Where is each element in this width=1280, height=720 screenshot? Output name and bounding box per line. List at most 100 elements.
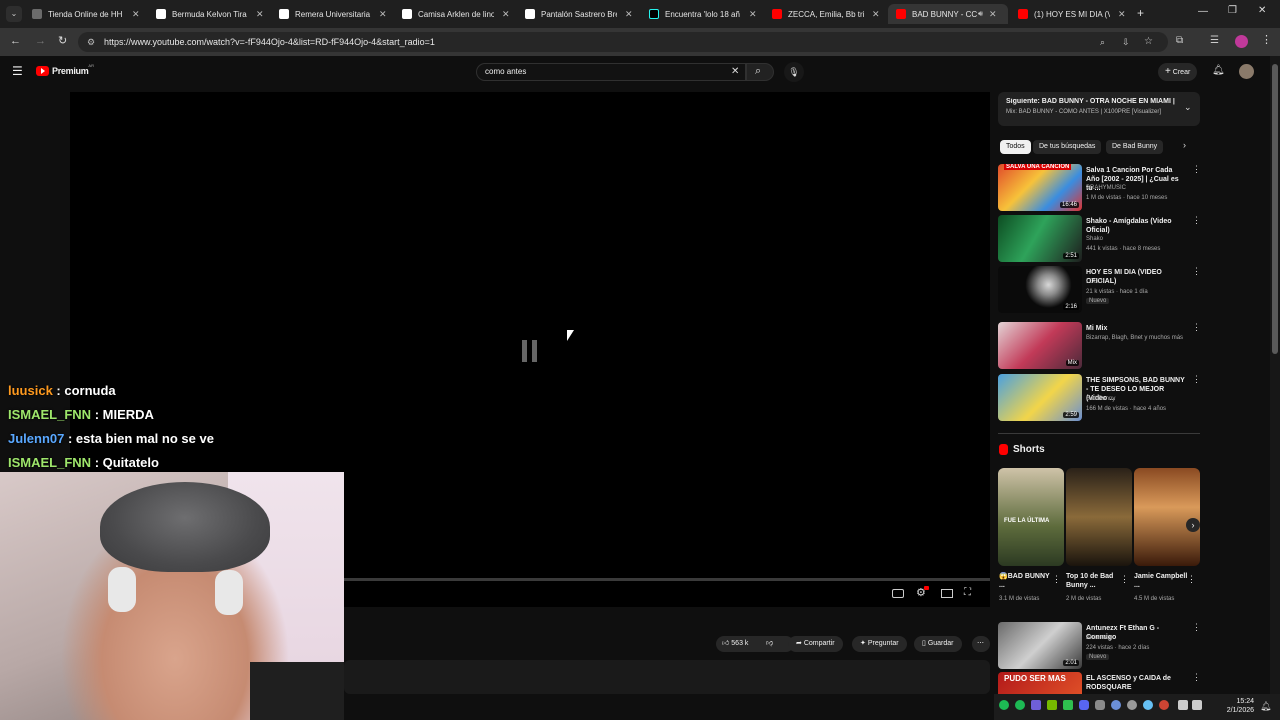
discord-icon[interactable]: [1079, 700, 1089, 710]
app-icon[interactable]: [1063, 700, 1073, 710]
browser-tab[interactable]: Camisa Arklen de lino ✕: [402, 4, 510, 24]
profile-avatar[interactable]: [1235, 35, 1248, 48]
video-thumbnail[interactable]: SALVA UNA CANCIÓN 16:46: [998, 164, 1082, 211]
video-thumbnail[interactable]: PUDO SER MAS: [998, 672, 1082, 694]
list-item[interactable]: 2:16 HOY ES MI DIA (VIDEO OFICIAL) LOLO …: [998, 266, 1203, 314]
close-icon[interactable]: ✕: [749, 9, 757, 20]
chip-de-bad-bunny[interactable]: De Bad Bunny: [1106, 140, 1164, 154]
more-icon[interactable]: ⋮: [1192, 322, 1201, 333]
close-icon[interactable]: ✕: [625, 9, 633, 20]
spotify-icon[interactable]: [999, 700, 1009, 710]
browser-tab[interactable]: ZECCA, Emilia, Bb tric ✕: [772, 4, 880, 24]
browser-tab[interactable]: (1) HOY ES MI DIA (V ✕: [1018, 4, 1126, 24]
more-icon[interactable]: ⋮: [1052, 574, 1061, 585]
more-icon[interactable]: ⋮: [1192, 374, 1201, 385]
browser-tab[interactable]: Pantalón Sastrero Bre ✕: [525, 4, 633, 24]
more-actions-button[interactable]: ⋯: [972, 636, 990, 652]
more-icon[interactable]: ⋮: [1192, 164, 1201, 175]
menu-icon[interactable]: ⋮: [1261, 33, 1272, 46]
address-bar[interactable]: ⚙ https://www.youtube.com/watch?v=-fF944…: [78, 32, 1168, 52]
app-icon[interactable]: [1159, 700, 1169, 710]
clock[interactable]: 15:24 2/1/2026: [1214, 697, 1254, 715]
chip-todos[interactable]: Todos: [1000, 140, 1031, 154]
save-button[interactable]: ▯ Guardar: [914, 636, 962, 652]
more-icon[interactable]: ⋮: [1192, 672, 1201, 683]
youtube-logo[interactable]: Premium AR: [36, 63, 94, 76]
hamburger-menu-icon[interactable]: ☰: [12, 64, 23, 78]
subtitles-icon[interactable]: [892, 589, 904, 598]
list-item[interactable]: 2:51 Shako - Amígdalas (Video Oficial) S…: [998, 215, 1203, 263]
back-icon[interactable]: ←: [10, 35, 21, 47]
account-avatar[interactable]: [1239, 64, 1254, 79]
app-icon[interactable]: [1127, 700, 1137, 710]
video-thumbnail[interactable]: Mix: [998, 322, 1082, 369]
video-thumbnail[interactable]: 2:59: [998, 374, 1082, 421]
forward-icon[interactable]: →: [35, 35, 46, 47]
carousel-next-button[interactable]: ›: [1186, 518, 1200, 532]
close-icon[interactable]: ✕: [132, 9, 140, 20]
more-icon[interactable]: ⋮: [1187, 574, 1196, 585]
video-thumbnail[interactable]: 2:16: [998, 266, 1082, 313]
short-thumbnail[interactable]: [1066, 468, 1132, 566]
brush-icon[interactable]: [1031, 700, 1041, 710]
bookmark-star-icon[interactable]: ☆: [1144, 32, 1153, 52]
sidebar-icon[interactable]: ☰: [1210, 35, 1219, 46]
browser-tab[interactable]: Remera Universitaria ✕: [279, 4, 387, 24]
more-icon[interactable]: ⋮: [1192, 622, 1201, 633]
chevron-down-icon[interactable]: ⌄: [1184, 102, 1192, 113]
voice-search-button[interactable]: 🎙︎: [784, 62, 804, 82]
settings-gear-icon[interactable]: ⚙: [916, 586, 929, 599]
wifi-icon[interactable]: [1178, 700, 1188, 710]
like-button[interactable]: 👍︎ 563 k 👎︎: [716, 636, 794, 652]
short-thumbnail[interactable]: ›: [1134, 468, 1200, 566]
short-thumbnail[interactable]: FUE LA ÚLTIMA: [998, 468, 1064, 566]
browser-tab[interactable]: Bermuda Kelvon Tira ✕: [156, 4, 264, 24]
browser-tab-active[interactable]: BAD BUNNY - CC 🔊︎ ✕: [888, 4, 1008, 24]
close-icon[interactable]: ✕: [872, 9, 880, 20]
close-icon[interactable]: ✕: [256, 9, 264, 20]
minimize-button[interactable]: —: [1198, 6, 1208, 17]
notification-bell-icon[interactable]: 🔔︎: [1260, 701, 1271, 712]
video-thumbnail[interactable]: 2:01: [998, 622, 1082, 669]
close-window-button[interactable]: ✕: [1258, 5, 1266, 16]
fullscreen-icon[interactable]: ⛶: [964, 587, 971, 598]
list-item[interactable]: PUDO SER MAS EL ASCENSO y CAIDA de RODSQ…: [998, 672, 1203, 694]
maximize-button[interactable]: ❐: [1228, 5, 1237, 16]
close-icon[interactable]: ✕: [989, 9, 997, 20]
description-box[interactable]: [344, 660, 990, 694]
reload-icon[interactable]: ↻: [58, 34, 67, 47]
more-icon[interactable]: ⋮: [1192, 215, 1201, 226]
close-icon[interactable]: ✕: [379, 9, 387, 20]
close-icon[interactable]: ✕: [502, 9, 510, 20]
scrollbar-thumb[interactable]: [1272, 64, 1278, 354]
thumbs-down-icon[interactable]: 👎︎: [766, 636, 773, 652]
clear-search-icon[interactable]: ✕: [731, 64, 739, 80]
chevron-right-icon[interactable]: ›: [1183, 140, 1186, 150]
more-icon[interactable]: ⋮: [1120, 574, 1129, 585]
list-item[interactable]: 2:01 Antunezx Ft Ethan G - Conmigo Antun…: [998, 622, 1203, 670]
spotify-icon[interactable]: [1015, 700, 1025, 710]
steam-icon[interactable]: [1143, 700, 1153, 710]
browser-tab[interactable]: Tienda Online de HH ✕: [32, 4, 140, 24]
notifications-icon[interactable]: 🔔︎: [1212, 65, 1225, 76]
list-item[interactable]: 2:59 THE SIMPSONS, BAD BUNNY - TE DESEO …: [998, 374, 1203, 422]
close-icon[interactable]: ✕: [1118, 9, 1126, 20]
list-item[interactable]: SALVA UNA CANCIÓN 16:46 Salva 1 Cancion …: [998, 164, 1203, 212]
search-input[interactable]: como antes ✕: [476, 63, 746, 81]
install-icon[interactable]: ⇩: [1122, 32, 1130, 52]
ask-button[interactable]: ✦ Preguntar: [852, 636, 907, 652]
site-info-icon[interactable]: ⚙: [87, 32, 95, 52]
pause-icon[interactable]: [522, 340, 538, 362]
discord-icon[interactable]: [1095, 700, 1105, 710]
bluetooth-icon[interactable]: [1111, 700, 1121, 710]
theater-mode-icon[interactable]: [941, 589, 953, 598]
share-button[interactable]: ➦ Compartir: [788, 636, 843, 652]
playlist-panel[interactable]: Siguiente: BAD BUNNY - OTRA NOCHE EN MIA…: [998, 92, 1200, 126]
nvidia-icon[interactable]: [1047, 700, 1057, 710]
chip-de-tus-busquedas[interactable]: De tus búsquedas: [1033, 140, 1102, 154]
tab-search-button[interactable]: ⌄: [6, 6, 22, 22]
speaker-icon[interactable]: 🔊︎: [978, 9, 983, 19]
volume-icon[interactable]: [1192, 700, 1202, 710]
more-icon[interactable]: ⋮: [1192, 266, 1201, 277]
zoom-icon[interactable]: ⌕: [1100, 32, 1105, 52]
